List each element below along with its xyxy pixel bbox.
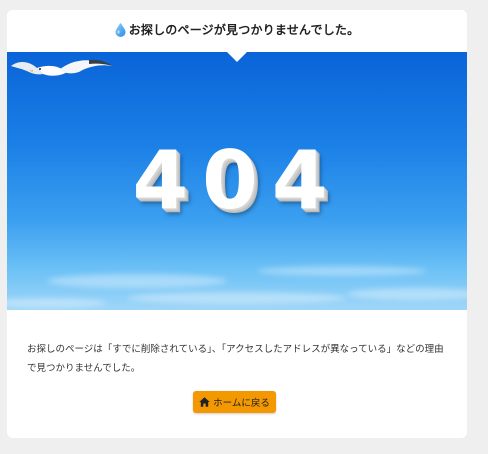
water-drop-icon — [115, 22, 126, 37]
cloud — [347, 288, 467, 300]
card-header: お探しのページが見つかりませんでした。 — [7, 10, 467, 52]
seagull-icon — [11, 59, 113, 76]
hero-image: 404 — [7, 52, 467, 310]
error-card: お探しのページが見つかりませんでした。 404 お探しのページは「すでに削除され… — [7, 10, 467, 438]
home-icon — [199, 397, 210, 407]
home-button-label: ホームに戻る — [213, 398, 270, 409]
cloud — [257, 266, 427, 276]
page-title-row: お探しのページが見つかりませんでした。 — [7, 21, 467, 38]
cloud — [47, 274, 227, 288]
header-pointer — [227, 52, 247, 62]
error-code: 404 — [132, 134, 342, 227]
home-button[interactable]: ホームに戻る — [193, 391, 276, 413]
error-message: お探しのページは「すでに削除されている」、「アクセスしたアドレスが異なっている」… — [27, 344, 444, 374]
cloud — [7, 298, 107, 308]
page-title: お探しのページが見つかりませんでした。 — [128, 23, 360, 37]
cloud — [127, 292, 347, 304]
